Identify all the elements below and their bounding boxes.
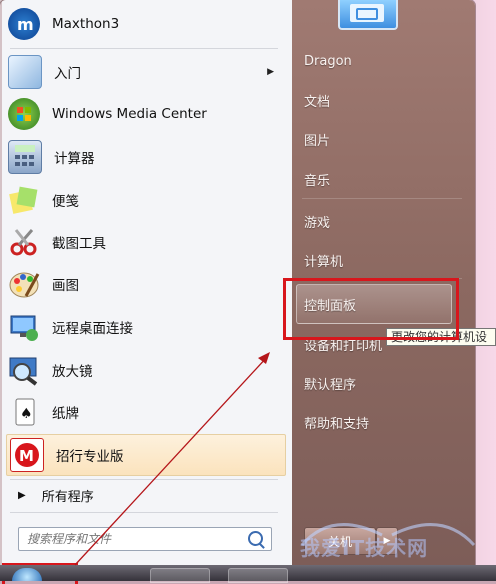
- paint-icon: [8, 268, 40, 300]
- svg-text:♠: ♠: [20, 406, 33, 422]
- place-item-documents[interactable]: 文档: [304, 89, 330, 111]
- program-item-snipping-tool[interactable]: 截图工具: [8, 222, 284, 262]
- getting-started-icon: [8, 55, 42, 89]
- place-item-default-programs[interactable]: 默认程序: [304, 372, 356, 394]
- cmb-icon: M: [10, 438, 44, 472]
- place-item-music[interactable]: 音乐: [304, 168, 330, 190]
- program-item-solitaire[interactable]: ♠ 纸牌: [8, 392, 284, 432]
- program-item-magnifier[interactable]: 放大镜: [8, 350, 284, 390]
- all-programs[interactable]: ▶ 所有程序: [10, 484, 94, 506]
- program-item-windows-media-center[interactable]: Windows Media Center: [8, 94, 284, 134]
- user-picture[interactable]: [338, 0, 398, 30]
- maxthon-icon: m: [8, 8, 40, 40]
- separator: [10, 479, 278, 480]
- place-item-computer[interactable]: 计算机: [304, 249, 343, 271]
- search-input[interactable]: [19, 531, 249, 547]
- place-item-pictures[interactable]: 图片: [304, 128, 330, 150]
- expand-arrow-icon: ▶: [18, 489, 26, 501]
- program-item-maxthon3[interactable]: m Maxthon3: [8, 4, 284, 44]
- watermark-text: 我爱IT技术网: [300, 536, 429, 560]
- calculator-icon: [8, 140, 42, 174]
- submenu-arrow-icon: ▶: [267, 67, 274, 77]
- sticky-notes-icon: [8, 184, 40, 216]
- svg-text:m: m: [17, 15, 34, 34]
- remote-desktop-icon: [8, 311, 40, 343]
- search-icon[interactable]: [248, 531, 263, 546]
- program-item-paint[interactable]: 画图: [8, 264, 284, 304]
- magnifier-icon: [8, 354, 40, 386]
- program-item-remote-desktop[interactable]: 远程桌面连接: [8, 307, 284, 347]
- snipping-tool-icon: [8, 226, 40, 258]
- annotation-box-control-panel: [283, 278, 459, 340]
- program-item-sticky-notes[interactable]: 便笺: [8, 180, 284, 220]
- place-item-help-support[interactable]: 帮助和支持: [304, 411, 369, 433]
- separator: [10, 48, 278, 49]
- solitaire-icon: ♠: [8, 396, 40, 428]
- svg-text:M: M: [19, 447, 34, 465]
- separator: [302, 198, 462, 199]
- program-item-cmb[interactable]: M 招行专业版: [6, 434, 286, 476]
- search-box[interactable]: [18, 527, 272, 551]
- separator: [10, 512, 278, 513]
- place-item-user[interactable]: Dragon: [304, 50, 352, 72]
- program-item-calculator[interactable]: 计算器: [8, 137, 284, 177]
- place-item-games[interactable]: 游戏: [304, 210, 330, 232]
- program-item-getting-started[interactable]: 入门 ▶: [8, 52, 284, 92]
- windows-media-center-icon: [8, 98, 40, 130]
